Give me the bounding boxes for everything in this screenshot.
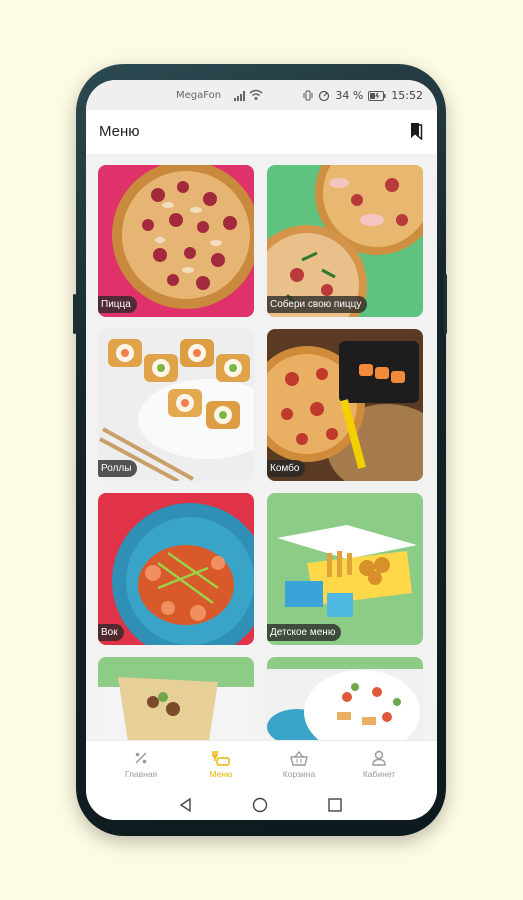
pizza-image (98, 165, 254, 317)
data-saver-icon (319, 90, 330, 101)
category-tile-build-pizza[interactable]: Собери свою пиццу (267, 165, 423, 317)
back-icon[interactable] (178, 797, 194, 813)
nav-item-account[interactable]: Кабинет (344, 747, 414, 779)
home-icon[interactable] (252, 797, 268, 813)
bookmarks-icon[interactable] (409, 122, 423, 140)
battery-icon (368, 90, 386, 101)
status-right: 34 % 15:52 (303, 89, 423, 102)
nav-label: Корзина (282, 769, 316, 779)
category-tile-salads[interactable] (267, 657, 423, 740)
kids-menu-image (267, 493, 423, 645)
category-tile-combo[interactable]: Комбо (267, 329, 423, 481)
nav-item-cart[interactable]: Корзина (264, 747, 334, 779)
category-label: Собери свою пиццу (267, 296, 368, 313)
battery-percent: 34 % (335, 89, 364, 102)
app-bar: Меню (86, 110, 437, 154)
page-title: Меню (99, 123, 140, 140)
clock: 15:52 (391, 89, 423, 102)
nav-label: Главная (124, 769, 158, 779)
rolls-image (98, 329, 254, 481)
category-tile-kids-menu[interactable]: Детское меню (267, 493, 423, 645)
wok-image (98, 493, 254, 645)
category-label: Роллы (98, 460, 138, 477)
build-pizza-image (267, 165, 423, 317)
category-tile-wok[interactable]: Вок (98, 493, 254, 645)
phone-screen: MegaFon 34 % 15:52 Меню Пицца Собери сво… (86, 80, 437, 820)
category-label: Вок (98, 624, 124, 641)
recents-icon[interactable] (327, 797, 343, 813)
wifi-icon (249, 89, 263, 100)
vibrate-icon (303, 90, 313, 101)
carrier-name: MegaFon (176, 90, 222, 101)
category-grid: Пицца Собери свою пиццу Роллы Комбо Вок … (98, 165, 423, 740)
nav-label: Кабинет (362, 769, 396, 779)
user-icon (372, 750, 386, 766)
phone-side-button (444, 274, 447, 334)
nav-item-home[interactable]: Главная (106, 747, 176, 779)
menu-food-icon (212, 751, 230, 766)
phone-side-button (73, 294, 76, 334)
category-tile-shawarma[interactable] (98, 657, 254, 740)
salad-image (267, 657, 423, 740)
signal-icon (234, 91, 245, 101)
category-label: Комбо (267, 460, 306, 477)
status-bar: MegaFon 34 % 15:52 (86, 80, 437, 110)
category-label: Пицца (98, 296, 137, 313)
combo-image (267, 329, 423, 481)
category-tile-pizza[interactable]: Пицца (98, 165, 254, 317)
percent-icon (135, 752, 147, 764)
category-label: Детское меню (267, 624, 342, 641)
nav-item-menu[interactable]: Меню (186, 747, 256, 779)
shawarma-image (98, 657, 254, 740)
bottom-navigation: Главная Меню Корзина Кабинет (86, 740, 437, 791)
basket-icon (290, 750, 308, 766)
nav-label: Меню (209, 769, 233, 779)
system-navigation-bar (86, 790, 437, 820)
category-tile-rolls[interactable]: Роллы (98, 329, 254, 481)
